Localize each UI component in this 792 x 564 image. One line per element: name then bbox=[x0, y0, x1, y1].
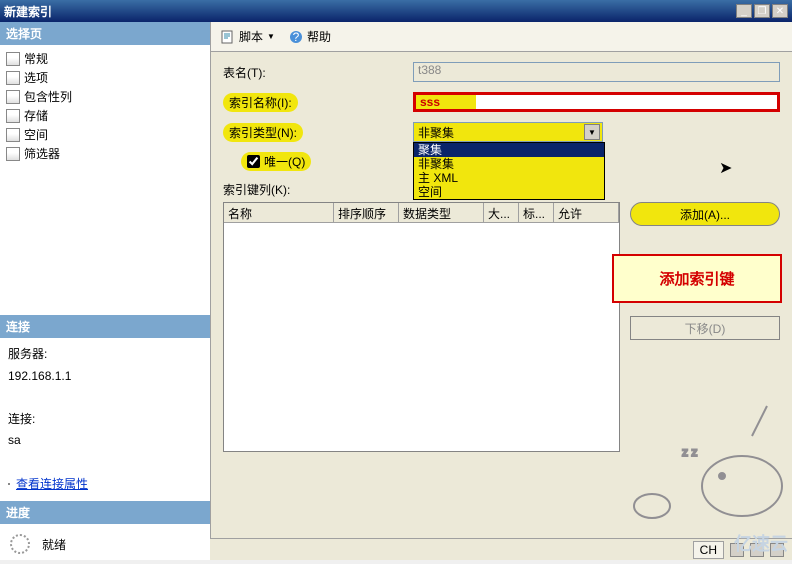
page-icon bbox=[6, 109, 20, 123]
chevron-down-icon: ▼ bbox=[267, 32, 275, 41]
tree-item-options[interactable]: 选项 bbox=[6, 68, 204, 87]
select-page-header: 选择页 bbox=[0, 22, 210, 45]
unique-checkbox[interactable] bbox=[247, 155, 260, 168]
key-columns-table[interactable]: 名称 排序顺序 数据类型 大... 标... 允许 NUL... bbox=[223, 202, 620, 452]
chevron-down-icon: ▼ bbox=[584, 124, 600, 140]
page-icon bbox=[6, 52, 20, 66]
table-name-field: t388 bbox=[413, 62, 780, 82]
table-name-label: 表名(T): bbox=[223, 64, 413, 81]
tree-item-storage[interactable]: 存储 bbox=[6, 106, 204, 125]
connection-header: 连接 bbox=[0, 315, 210, 338]
window-close-button[interactable]: ✕ bbox=[772, 4, 788, 18]
table-header-row: 名称 排序顺序 数据类型 大... 标... 允许 NUL... bbox=[224, 203, 619, 223]
status-bar: CH bbox=[210, 538, 792, 560]
col-type: 数据类型 bbox=[399, 203, 484, 222]
page-icon bbox=[6, 128, 20, 142]
page-icon bbox=[6, 90, 20, 104]
tree-item-included[interactable]: 包含性列 bbox=[6, 87, 204, 106]
window-max-button[interactable]: ❐ bbox=[754, 4, 770, 18]
view-connection-link[interactable]: 查看连接属性 bbox=[16, 474, 88, 496]
page-tree: 常规 选项 包含性列 存储 空间 筛选器 bbox=[0, 45, 210, 315]
script-icon bbox=[221, 30, 235, 44]
server-label: 服务器: bbox=[8, 344, 202, 366]
progress-header: 进度 bbox=[0, 501, 210, 524]
col-sort: 排序顺序 bbox=[334, 203, 399, 222]
tree-item-spatial[interactable]: 空间 bbox=[6, 125, 204, 144]
move-down-button[interactable]: 下移(D) bbox=[630, 316, 780, 340]
window-min-button[interactable]: _ bbox=[736, 4, 752, 18]
sidebar: 选择页 常规 选项 包含性列 存储 空间 筛选器 连接 服务器: 192.168… bbox=[0, 22, 210, 560]
decorative-doodle: z z bbox=[592, 356, 792, 536]
index-name-input[interactable]: sss bbox=[413, 92, 780, 112]
option-clustered[interactable]: 聚集 bbox=[414, 143, 604, 157]
page-icon bbox=[6, 71, 20, 85]
watermark: 亿速云 bbox=[734, 530, 788, 556]
progress-pane: 就绪 bbox=[0, 524, 210, 564]
index-type-dropdown: 聚集 非聚集 主 XML 空间 bbox=[413, 142, 605, 200]
content-area: 脚本 ▼ ? 帮助 表名(T): t388 索引名称(I): sss bbox=[210, 22, 792, 560]
add-button[interactable]: 添加(A)... bbox=[630, 202, 780, 226]
window-titlebar: 新建索引 _ ❐ ✕ bbox=[0, 0, 792, 22]
col-identity: 标... bbox=[519, 203, 554, 222]
annotation-callout: 添加索引键 bbox=[612, 254, 782, 303]
script-button[interactable]: 脚本 ▼ bbox=[221, 28, 275, 45]
help-button[interactable]: ? 帮助 bbox=[289, 28, 331, 45]
option-spatial[interactable]: 空间 bbox=[414, 185, 604, 199]
tree-item-filter[interactable]: 筛选器 bbox=[6, 144, 204, 163]
page-icon bbox=[6, 147, 20, 161]
help-icon: ? bbox=[289, 30, 303, 44]
connection-info: 服务器: 192.168.1.1 连接: sa 查看连接属性 bbox=[0, 338, 210, 501]
conn-value: sa bbox=[8, 430, 202, 452]
index-type-combo[interactable]: 非聚集 ▼ 聚集 非聚集 主 XML 空间 bbox=[413, 122, 603, 142]
svg-text:z z: z z bbox=[682, 445, 697, 459]
index-name-label: 索引名称(I): bbox=[223, 93, 298, 112]
col-size: 大... bbox=[484, 203, 519, 222]
window-title: 新建索引 bbox=[4, 3, 734, 20]
server-value: 192.168.1.1 bbox=[8, 366, 202, 388]
progress-text: 就绪 bbox=[42, 536, 66, 553]
conn-label: 连接: bbox=[8, 409, 202, 431]
progress-spinner-icon bbox=[10, 534, 30, 554]
tree-item-general[interactable]: 常规 bbox=[6, 49, 204, 68]
index-type-label: 索引类型(N): bbox=[223, 123, 303, 142]
col-name: 名称 bbox=[224, 203, 334, 222]
svg-text:?: ? bbox=[293, 30, 300, 44]
option-nonclustered[interactable]: 非聚集 bbox=[414, 157, 604, 171]
ime-indicator[interactable]: CH bbox=[693, 541, 724, 559]
properties-icon bbox=[8, 483, 10, 485]
col-nulls: 允许 NUL... bbox=[554, 203, 619, 222]
toolbar: 脚本 ▼ ? 帮助 bbox=[211, 22, 792, 52]
option-xml[interactable]: 主 XML bbox=[414, 171, 604, 185]
unique-label: 唯一(Q) bbox=[264, 153, 305, 170]
